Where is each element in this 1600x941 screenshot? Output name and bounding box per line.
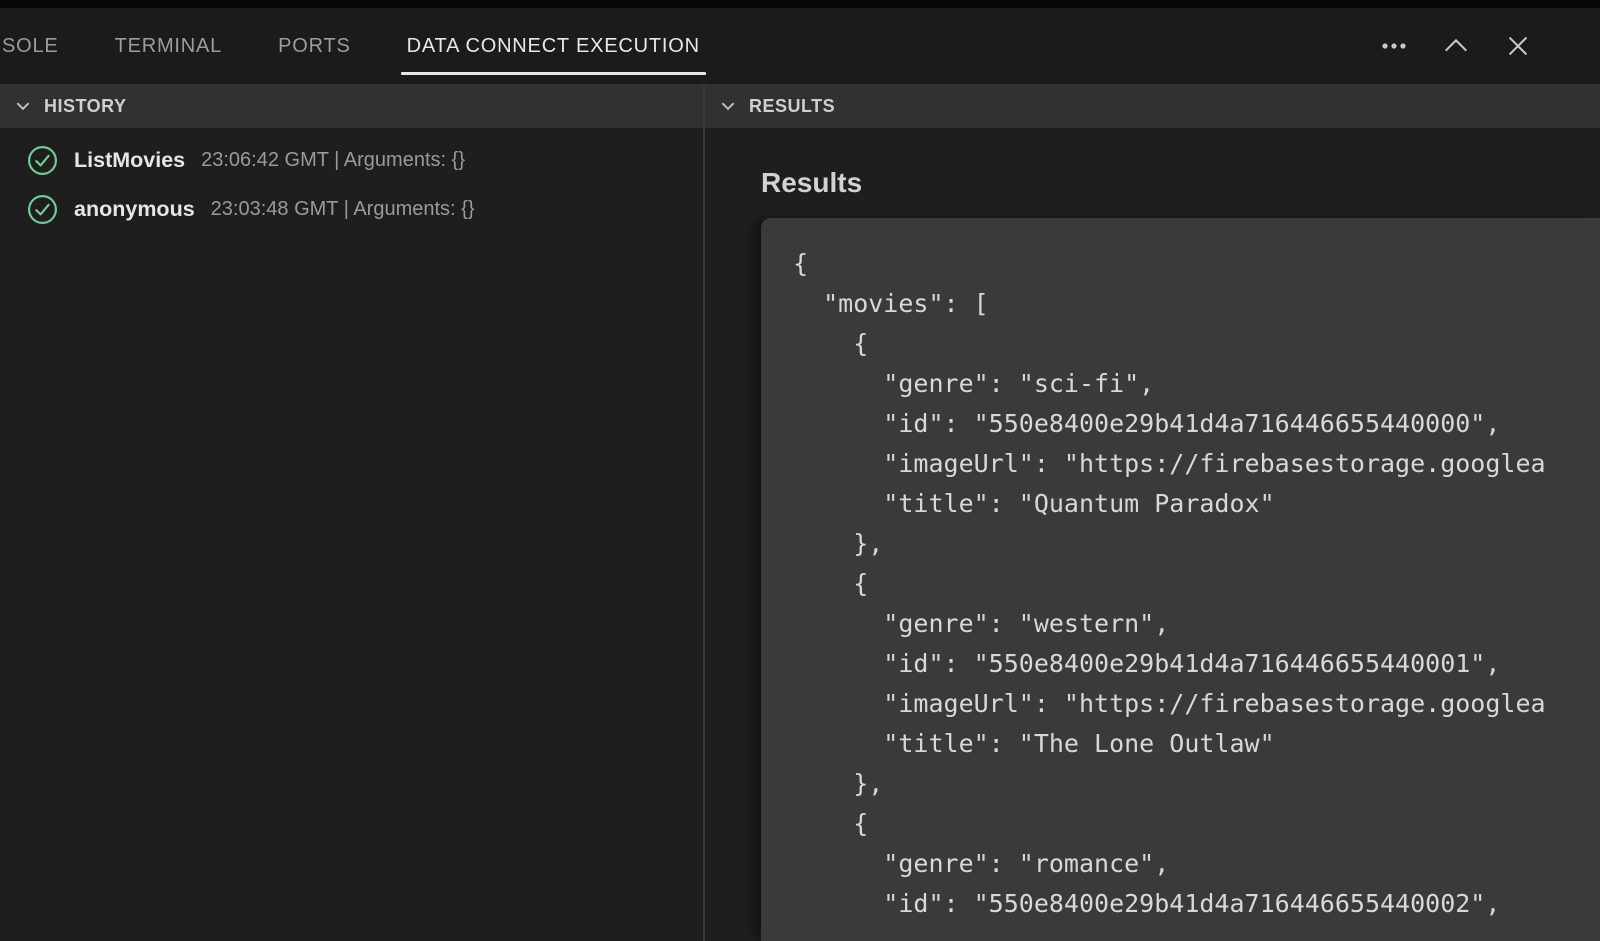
editor-panel-divider xyxy=(0,0,1600,8)
maximize-panel-icon[interactable] xyxy=(1440,30,1472,62)
close-panel-icon[interactable] xyxy=(1502,30,1534,62)
check-circle-icon xyxy=(27,145,58,176)
tab-console-clipped[interactable]: SOLE xyxy=(0,8,87,84)
results-json-code: { "movies": [ { "genre": "sci-fi", "id":… xyxy=(793,244,1600,924)
history-section-header[interactable]: HISTORY xyxy=(0,84,703,128)
execution-meta: 23:03:48 GMT | Arguments: {} xyxy=(211,198,475,221)
history-item-listmovies[interactable]: ListMovies 23:06:42 GMT | Arguments: {} xyxy=(0,136,703,185)
results-json-viewer[interactable]: { "movies": [ { "genre": "sci-fi", "id":… xyxy=(761,218,1600,941)
history-header-label: HISTORY xyxy=(44,96,127,117)
more-actions-icon[interactable] xyxy=(1378,30,1410,62)
results-section-header[interactable]: RESULTS xyxy=(705,84,1600,128)
history-pane: HISTORY ListMovies 23:06:42 GMT | Argume… xyxy=(0,84,703,941)
tab-terminal[interactable]: TERMINAL xyxy=(87,8,251,84)
chevron-down-icon[interactable] xyxy=(14,97,32,115)
panel-actions xyxy=(1378,8,1600,84)
results-pane: RESULTS Results { "movies": [ { "genre":… xyxy=(705,84,1600,941)
tab-data-connect-execution[interactable]: DATA CONNECT EXECUTION xyxy=(379,8,728,84)
tab-ports[interactable]: PORTS xyxy=(250,8,379,84)
panel-tab-bar: SOLE TERMINAL PORTS DATA CONNECT EXECUTI… xyxy=(0,8,1600,84)
execution-meta: 23:06:42 GMT | Arguments: {} xyxy=(201,149,465,172)
chevron-down-icon[interactable] xyxy=(719,97,737,115)
history-list: ListMovies 23:06:42 GMT | Arguments: {} … xyxy=(0,128,703,234)
results-content: Results { "movies": [ { "genre": "sci-fi… xyxy=(705,128,1600,941)
execution-name: ListMovies xyxy=(74,148,185,173)
execution-name: anonymous xyxy=(74,197,195,222)
panel-body: HISTORY ListMovies 23:06:42 GMT | Argume… xyxy=(0,84,1600,941)
check-circle-icon xyxy=(27,194,58,225)
history-item-anonymous[interactable]: anonymous 23:03:48 GMT | Arguments: {} xyxy=(0,185,703,234)
results-header-label: RESULTS xyxy=(749,96,835,117)
results-title: Results xyxy=(761,164,1600,202)
